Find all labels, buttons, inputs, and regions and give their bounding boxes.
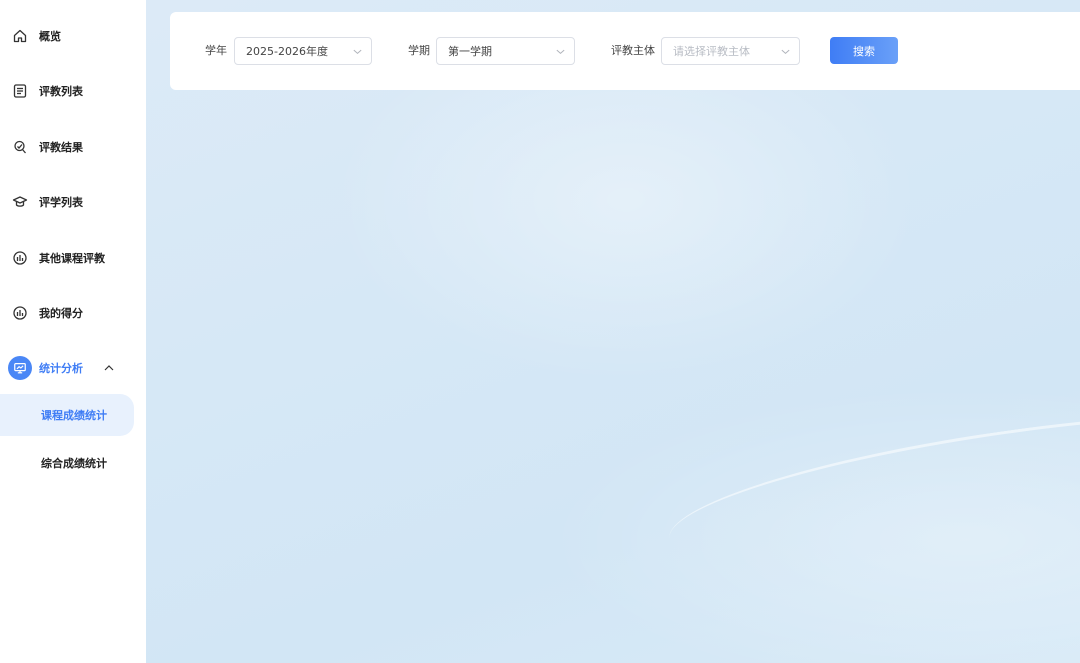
sidebar-item-label: 我的得分 xyxy=(39,307,83,320)
subject-select-placeholder: 请选择评教主体 xyxy=(673,45,750,58)
term-select-value: 第一学期 xyxy=(448,45,492,58)
graduation-cap-icon xyxy=(11,193,29,211)
chevron-down-icon xyxy=(351,45,363,57)
sidebar-item-label: 评学列表 xyxy=(39,196,83,209)
main-content: 学年 2025-2026年度 学期 第一学期 评教主体 请选择评教主体 搜索 xyxy=(146,0,1080,663)
subject-label: 评教主体 xyxy=(611,44,655,57)
term-label: 学期 xyxy=(408,44,430,57)
submenu-item-label: 课程成绩统计 xyxy=(41,409,107,422)
year-label: 学年 xyxy=(205,44,227,57)
submenu-item-overall-score-stats[interactable]: 综合成绩统计 xyxy=(0,442,134,484)
home-icon xyxy=(11,27,29,45)
sidebar-item-my-score[interactable]: 我的得分 xyxy=(0,293,146,333)
year-select-value: 2025-2026年度 xyxy=(246,45,328,58)
sidebar-item-label: 概览 xyxy=(39,30,61,43)
sidebar-item-overview[interactable]: 概览 xyxy=(0,16,146,56)
sidebar-item-label: 其他课程评教 xyxy=(39,252,105,265)
chart-circle-icon xyxy=(11,304,29,322)
sidebar-item-label: 评教结果 xyxy=(39,141,83,154)
result-icon xyxy=(11,138,29,156)
sidebar-item-other-courses[interactable]: 其他课程评教 xyxy=(0,238,146,278)
chart-circle-icon xyxy=(11,249,29,267)
term-select[interactable]: 第一学期 xyxy=(436,37,575,65)
sidebar-item-evaluation-result[interactable]: 评教结果 xyxy=(0,127,146,167)
sidebar: 概览 评教列表 评教结果 评学列表 其他课程评教 我的得分 统计分析 课程成绩统… xyxy=(0,0,146,663)
year-select[interactable]: 2025-2026年度 xyxy=(234,37,372,65)
sidebar-item-label: 评教列表 xyxy=(39,85,83,98)
search-button[interactable]: 搜索 xyxy=(830,37,898,64)
submenu-item-course-score-stats[interactable]: 课程成绩统计 xyxy=(0,394,134,436)
chevron-up-icon[interactable] xyxy=(102,361,116,375)
filter-bar: 学年 2025-2026年度 学期 第一学期 评教主体 请选择评教主体 搜索 xyxy=(170,12,1080,90)
chevron-down-icon xyxy=(779,45,791,57)
subject-select[interactable]: 请选择评教主体 xyxy=(661,37,800,65)
sidebar-item-study-list[interactable]: 评学列表 xyxy=(0,182,146,222)
chevron-down-icon xyxy=(554,45,566,57)
background-decoration xyxy=(661,381,1080,599)
sidebar-item-evaluation-list[interactable]: 评教列表 xyxy=(0,71,146,111)
presentation-icon xyxy=(8,356,32,380)
sidebar-item-label: 统计分析 xyxy=(39,362,83,375)
submenu-item-label: 综合成绩统计 xyxy=(41,457,107,470)
sidebar-item-statistics[interactable]: 统计分析 xyxy=(0,348,146,388)
list-icon xyxy=(11,82,29,100)
